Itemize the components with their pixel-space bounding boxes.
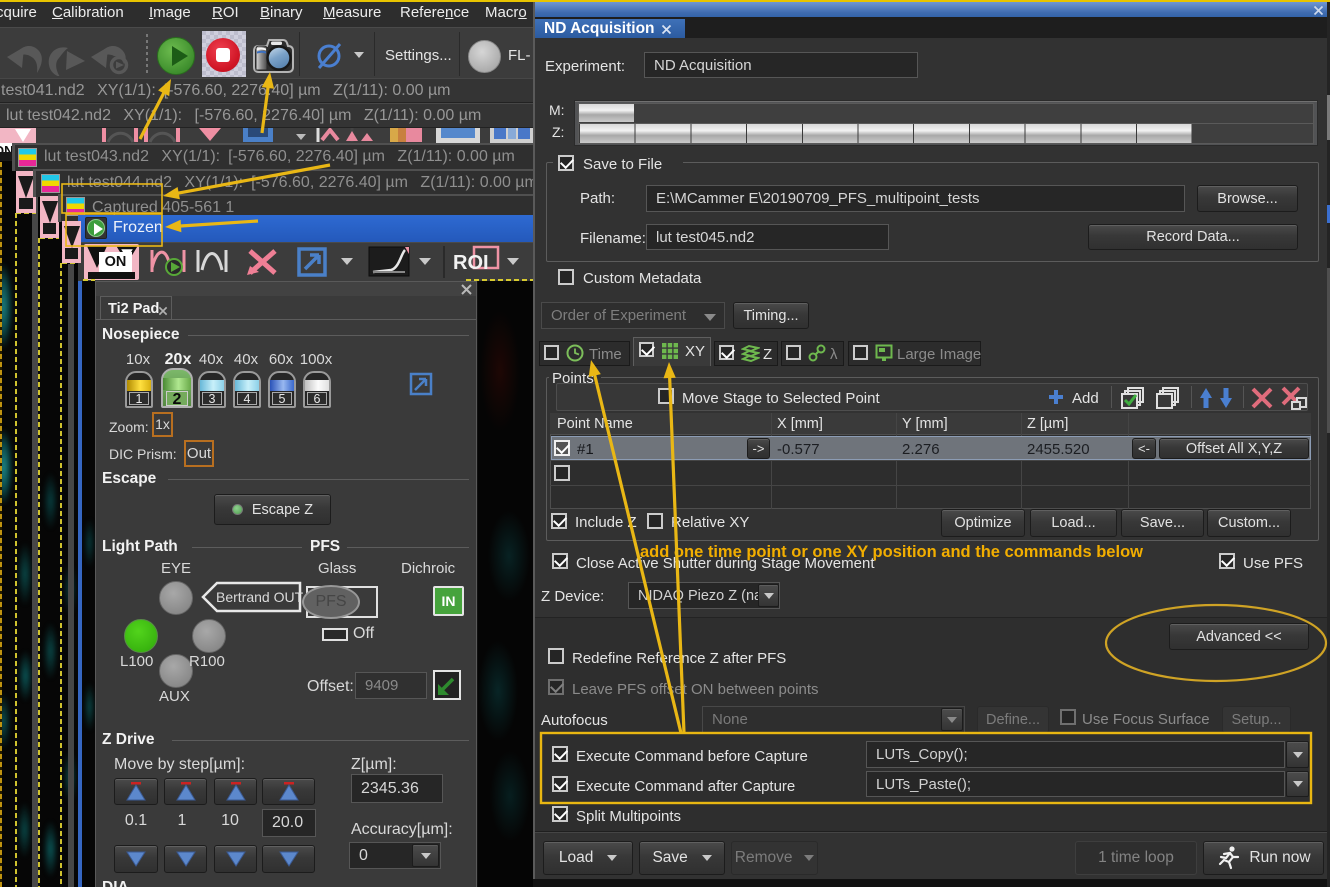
svg-text:Bertrand OUT: Bertrand OUT <box>216 589 304 605</box>
svg-text:ROI: ROI <box>453 252 489 274</box>
